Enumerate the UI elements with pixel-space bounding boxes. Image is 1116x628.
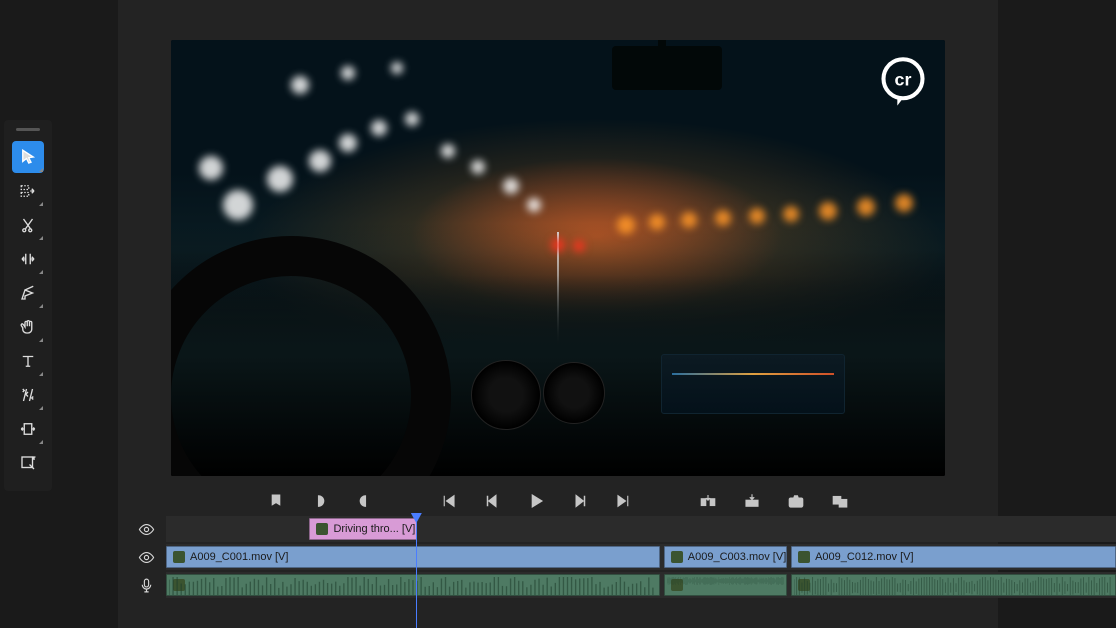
track-body[interactable]: A009_C001.mov [V] A009_C003.mov [V] A009_C…: [166, 544, 1116, 570]
fx-badge-icon: [798, 551, 810, 563]
eye-icon[interactable]: [126, 521, 166, 538]
tool-selection[interactable]: [12, 141, 44, 173]
fx-badge-icon: [671, 551, 683, 563]
track-audio: [126, 572, 1116, 598]
track-body[interactable]: Driving thro... [V]: [166, 516, 1116, 542]
clip-label: Driving thro... [V]: [333, 523, 415, 535]
clip[interactable]: [166, 574, 660, 596]
clip-label: A009_C001.mov [V]: [190, 551, 288, 563]
overwrite-button[interactable]: [741, 490, 763, 512]
clip[interactable]: A009_C003.mov [V]: [664, 546, 788, 568]
tool-hand[interactable]: [12, 311, 44, 343]
transport-bar: [118, 490, 998, 512]
tool-type[interactable]: [12, 345, 44, 377]
clip-label: A009_C012.mov [V]: [815, 551, 913, 563]
compare-button[interactable]: [829, 490, 851, 512]
clip[interactable]: [664, 574, 788, 596]
go-to-out-button[interactable]: [613, 490, 635, 512]
fx-badge-icon: [173, 551, 185, 563]
track-video: A009_C001.mov [V] A009_C003.mov [V] A009_C…: [126, 544, 1116, 570]
tool-remix[interactable]: [12, 379, 44, 411]
clip[interactable]: Driving thro... [V]: [309, 518, 416, 540]
svg-text:cr: cr: [895, 69, 912, 89]
insert-button[interactable]: [697, 490, 719, 512]
eye-icon[interactable]: [126, 549, 166, 566]
play-button[interactable]: [525, 490, 547, 512]
clip[interactable]: [791, 574, 1116, 596]
tool-track-select[interactable]: [12, 175, 44, 207]
timeline[interactable]: Driving thro... [V]A009_C001.mov [V]A009…: [126, 516, 1116, 628]
clip[interactable]: A009_C001.mov [V]: [166, 546, 660, 568]
clip-label: A009_C003.mov [V]: [688, 551, 786, 563]
tool-pen[interactable]: [12, 277, 44, 309]
program-monitor[interactable]: cr: [171, 40, 945, 476]
tool-ripple-edit[interactable]: [12, 243, 44, 275]
tool-palette: [4, 120, 52, 491]
go-to-in-button[interactable]: [437, 490, 459, 512]
add-marker-button[interactable]: [265, 490, 287, 512]
tool-slip[interactable]: [12, 413, 44, 445]
export-frame-button[interactable]: [785, 490, 807, 512]
step-back-button[interactable]: [481, 490, 503, 512]
fx-badge-icon: [316, 523, 328, 535]
tool-generate[interactable]: [12, 447, 44, 479]
mark-in-button[interactable]: [309, 490, 331, 512]
watermark-logo: cr: [877, 56, 929, 108]
mic-icon[interactable]: [126, 577, 166, 594]
tool-razor[interactable]: [12, 209, 44, 241]
track-body[interactable]: [166, 572, 1116, 598]
step-forward-button[interactable]: [569, 490, 591, 512]
track-title: Driving thro... [V]: [126, 516, 1116, 542]
mark-out-button[interactable]: [353, 490, 375, 512]
toolbar-grip[interactable]: [16, 128, 40, 131]
clip[interactable]: A009_C012.mov [V]: [791, 546, 1116, 568]
playhead[interactable]: [416, 516, 417, 628]
